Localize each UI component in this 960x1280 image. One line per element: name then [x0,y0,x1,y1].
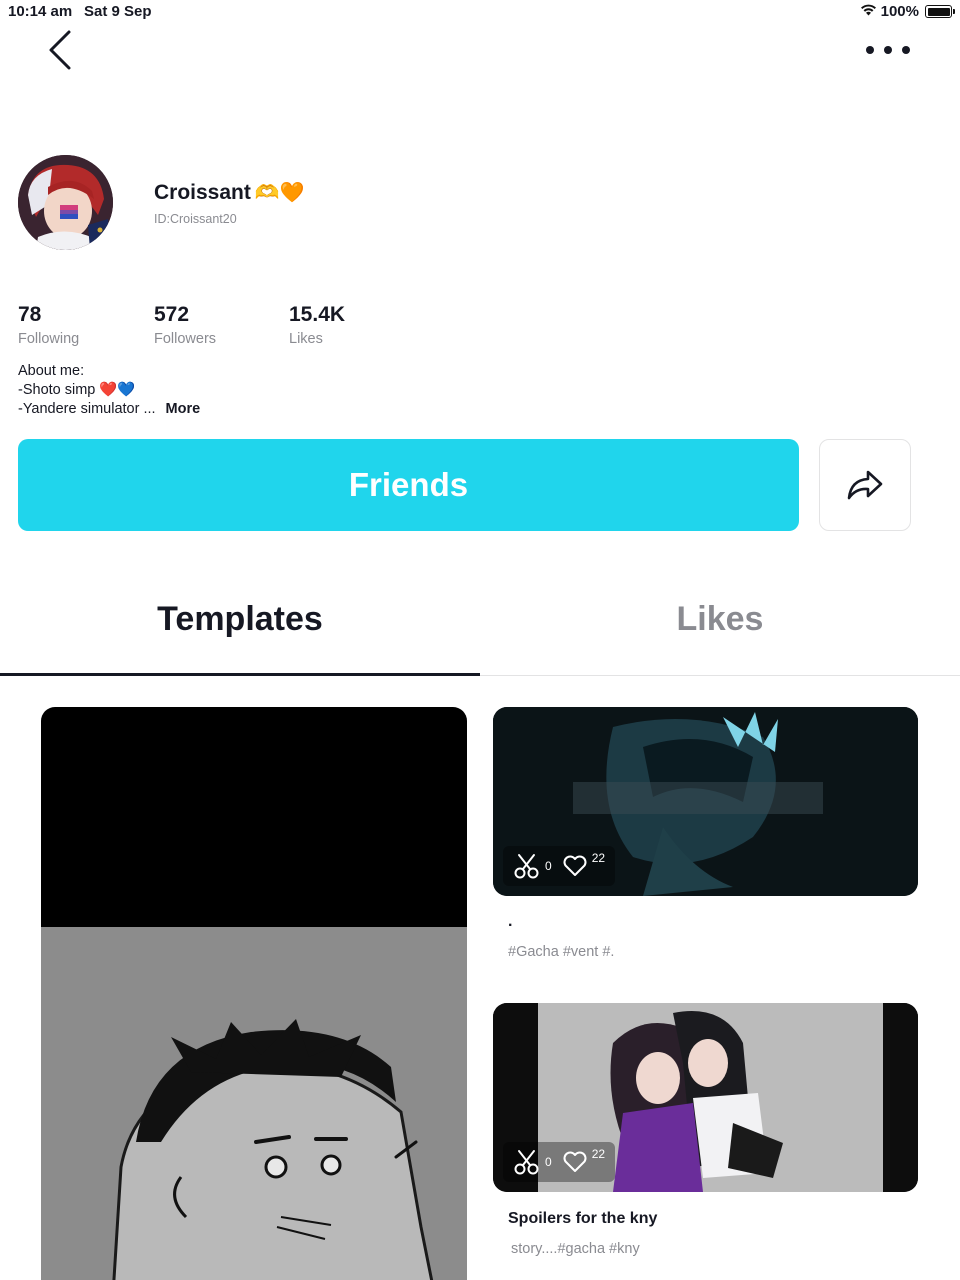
avatar[interactable] [18,155,113,250]
stat-followers[interactable]: 572 Followers [154,302,216,347]
profile-name-emoji: 🫶🧡 [254,182,305,204]
stat-value: 572 [154,303,190,326]
sketch-face-image [41,927,467,1280]
uses-value: 0 [545,1155,552,1169]
template-stats: 0 22 [503,846,616,886]
bio-line: -Shoto simp ❤️💙 [18,381,200,400]
template-title[interactable]: Spoilers for the kny [508,1210,657,1228]
template-thumbnail[interactable] [41,707,467,1280]
template-stats: 0 22 [503,1142,616,1182]
likes-count: 22 [562,851,606,878]
stat-label: Following [18,331,80,347]
tab-likes[interactable]: Likes [480,600,960,639]
bio-more-link[interactable]: More [166,400,201,419]
likes-value: 22 [591,1147,606,1161]
uses-value: 0 [545,859,552,873]
stat-value: 78 [18,303,42,326]
chevron-left-icon [49,30,71,70]
uses-count: 0 [513,1148,552,1176]
uses-count: 0 [513,852,552,880]
status-time: 10:14 am [8,3,73,20]
stat-value: 15.4K [289,303,346,326]
dot-icon [866,46,874,54]
avatar-image [18,155,113,250]
battery-icon [925,5,955,18]
user-id: ID:Croissant20 [154,212,237,226]
status-bar: 10:14 am Sat 9 Sep 100% [0,0,960,24]
heart-icon [563,1151,587,1172]
status-date: Sat 9 Sep [84,3,152,20]
stat-following[interactable]: 78 Following [18,302,79,347]
scissors-icon [514,854,539,879]
status-indicators: 100% [860,3,955,20]
heart-icon [563,855,587,876]
bio-text: About me: [18,363,85,379]
scissors-icon [514,1150,539,1175]
stat-label: Followers [154,331,217,347]
template-title[interactable]: . [508,913,512,931]
share-button[interactable] [819,439,911,531]
thumbnail-image [41,927,467,1280]
tab-templates[interactable]: Templates [0,600,480,639]
profile-name: Croissant 🫶🧡 [154,180,305,205]
stat-likes: 15.4K Likes [289,302,345,347]
bio-text: -Yandere simulator ... [18,401,156,417]
bio-line: -Yandere simulator ... More [18,400,200,419]
likes-value: 22 [591,851,606,865]
battery-percent: 100% [880,3,919,20]
dot-icon [884,46,892,54]
bio: About me: -Shoto simp ❤️💙 -Yandere simul… [18,362,200,419]
back-button[interactable] [40,28,80,72]
stat-label: Likes [289,331,323,347]
friends-button[interactable]: Friends [18,439,799,531]
template-thumbnail[interactable]: 0 22 [493,707,918,896]
profile-name-text: Croissant [154,180,251,204]
more-options-button[interactable] [860,36,916,64]
bio-text: -Shoto simp [18,382,96,398]
dot-icon [902,46,910,54]
bio-line: About me: [18,362,200,381]
template-tags: #Gacha #vent #. [508,944,615,960]
template-thumbnail[interactable]: 0 22 [493,1003,918,1192]
tab-active-indicator [0,673,480,676]
likes-count: 22 [562,1147,606,1174]
wifi-icon [860,3,877,20]
share-arrow-icon [847,470,883,500]
template-tags: story....#gacha #kny [511,1241,640,1257]
bio-emoji: ❤️💙 [99,382,136,398]
